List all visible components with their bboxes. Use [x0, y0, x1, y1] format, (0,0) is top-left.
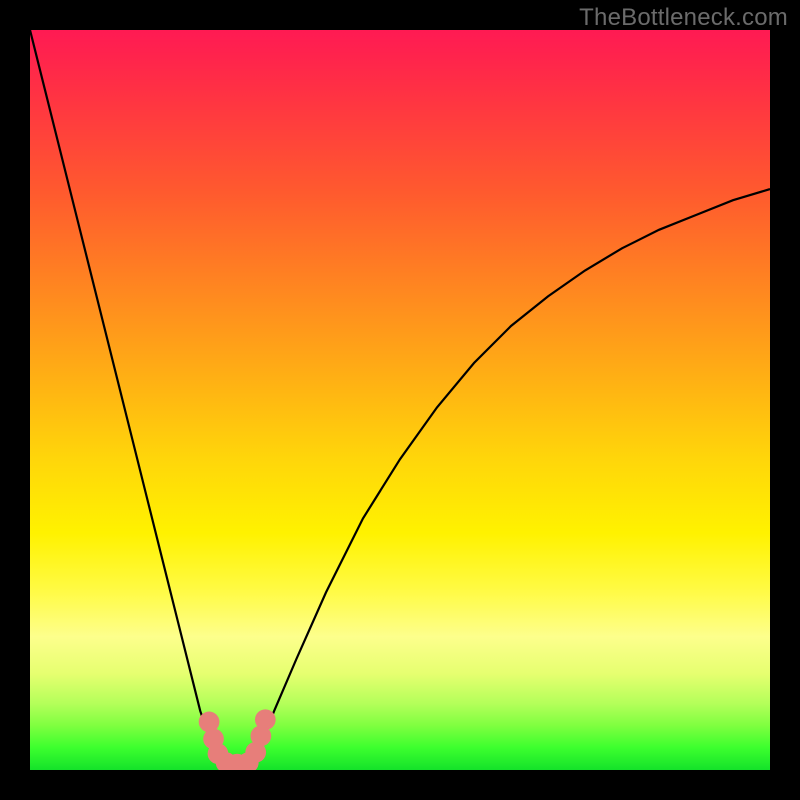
plot-area	[30, 30, 770, 770]
marker-group	[199, 709, 276, 770]
curve-left-branch	[30, 30, 222, 766]
chart-frame: TheBottleneck.com	[0, 0, 800, 800]
watermark-text: TheBottleneck.com	[579, 4, 788, 32]
curve-layer	[30, 30, 770, 770]
right-marker-upper	[255, 709, 276, 730]
curve-right-branch	[252, 189, 770, 766]
